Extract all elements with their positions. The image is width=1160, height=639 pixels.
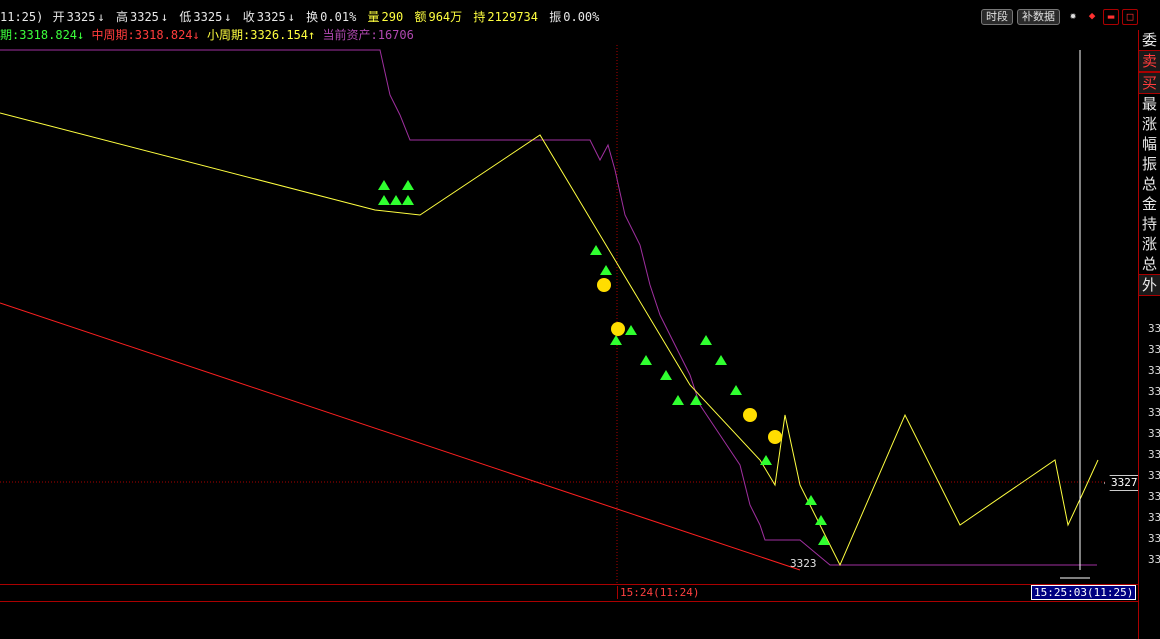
open-value: 3325 [66,10,96,24]
panel-item[interactable]: 卖 [1139,50,1160,72]
smiley-icon [597,278,782,444]
volume-value: 290 [381,10,404,24]
price-chart[interactable]: 3323 [0,45,1138,584]
big-cycle-indicator: 期:3318.824↓ [0,28,85,42]
panel-item: 持 [1142,215,1158,233]
time-label: 11:25) [0,10,44,24]
panel-item[interactable]: 外 [1139,274,1160,296]
panel-item: 最 [1142,95,1158,113]
asset-curve [0,49,1097,566]
price-axis: 33 33 33 33 33 33 33 33 33 33 33 33 [1148,322,1160,566]
alert-icon[interactable]: ◆ [1085,9,1099,23]
supplement-data-button[interactable]: 补数据 [1017,9,1060,25]
time-axis: 15:24(11:24) 15:25:03(11:25) [0,584,1138,602]
small-cycle-indicator: 小周期:3326.154↑ [207,28,316,42]
hold-value: 2129734 [487,10,538,24]
amount-value: 964万 [428,10,463,24]
asset-indicator: 当前资产:16706 [322,28,414,42]
cursor-time-label: 15:24(11:24) [617,586,699,599]
trade-signal-cluster [378,180,830,545]
quote-header: 11:25) 开 3325 ↓ 高 3325 ↓ 低 3325 ↓ 收 3325 ↓ 换 0.01… [0,10,600,24]
turnover-value: 0.01% [320,10,357,24]
panel-item: 金 [1142,195,1158,213]
panel-item: 幅 [1142,135,1158,153]
close-value: 3325 [256,10,286,24]
panel-item[interactable]: 买 [1139,72,1160,94]
panel-item: 总 [1142,255,1158,273]
grid-line [0,45,1138,584]
high-value: 3325 [130,10,159,24]
low-value: 3325 [193,10,223,24]
maximize-icon[interactable]: □ [1122,9,1138,25]
gear-icon[interactable]: ✹ [1066,9,1080,23]
panel-item: 振 [1142,155,1158,173]
support-line [0,302,801,571]
price-tag: 3327 [1104,475,1142,491]
minimize-icon[interactable]: ▬ [1103,9,1119,25]
indicator-line: 期:3318.824↓ 中周期:3318.824↓ 小周期:3326.154↑ … [0,26,414,42]
amplitude-value: 0.00% [563,10,600,24]
panel-item: 总 [1142,175,1158,193]
panel-item: 涨 [1142,115,1158,133]
period-button[interactable]: 时段 [981,9,1013,25]
panel-item[interactable]: 委 [1139,30,1160,50]
price-label: 3323 [790,557,817,570]
mid-cycle-indicator: 中周期:3318.824↓ [91,28,200,42]
current-time-label: 15:25:03(11:25) [1031,585,1137,600]
price-line [0,112,1099,567]
panel-item: 涨 [1142,235,1158,253]
